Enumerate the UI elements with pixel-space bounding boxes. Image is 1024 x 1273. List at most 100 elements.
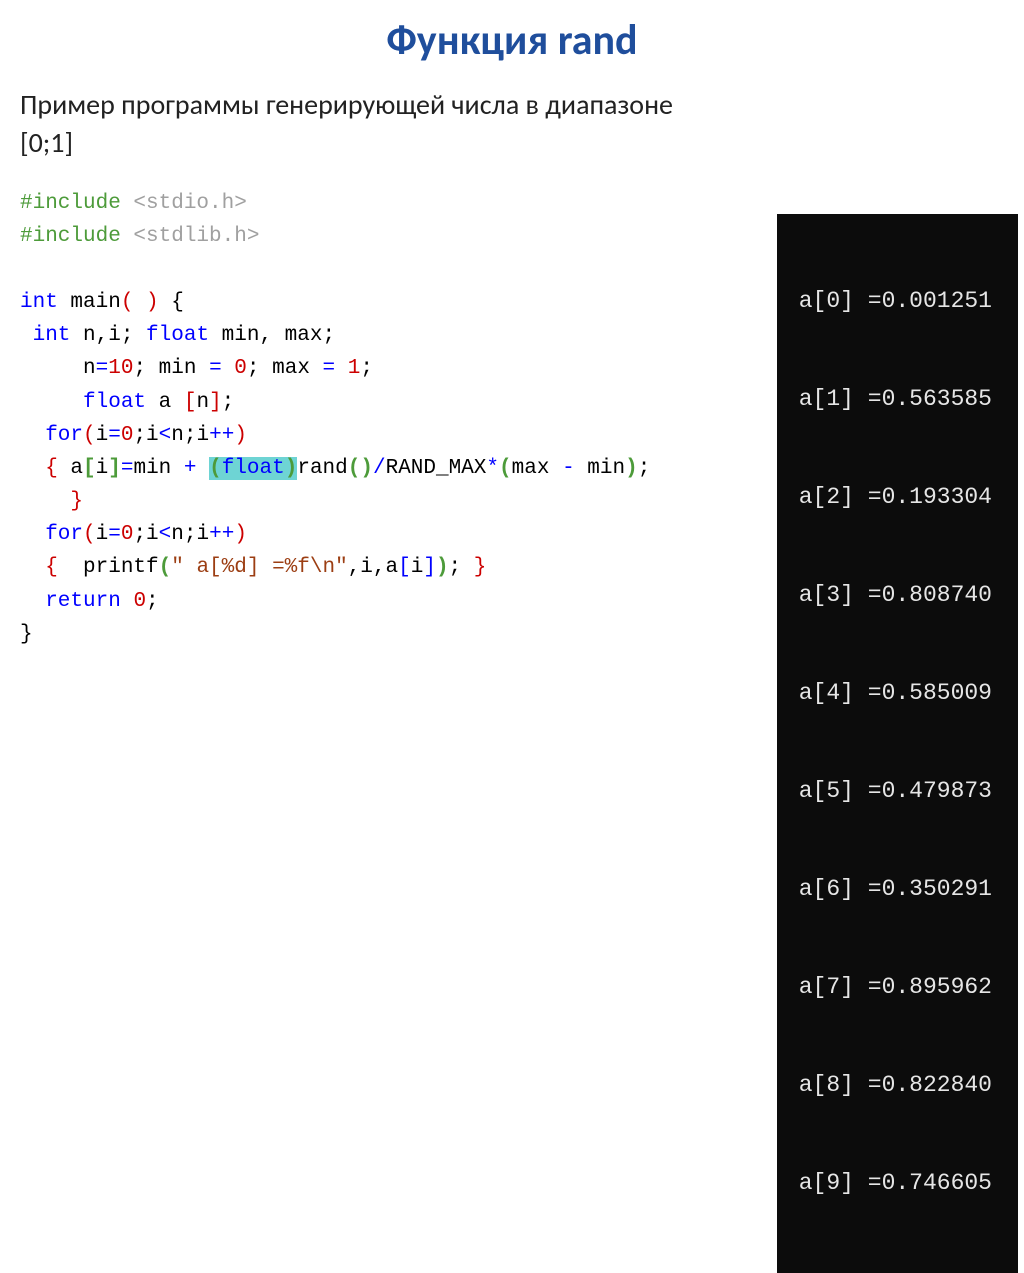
var: i [96, 523, 109, 546]
var: i [411, 556, 424, 579]
keyword-return: return [20, 590, 121, 613]
paren: ( [499, 457, 512, 480]
text: n;i [171, 424, 209, 447]
output-line: a[1] =0.563585 [785, 383, 992, 416]
keyword-float: float [222, 457, 285, 480]
text: ; min [133, 357, 209, 380]
vars: min, max; [209, 324, 335, 347]
slide-container: Функция rand Пример программы генерирующ… [0, 0, 1024, 767]
op: ++ [209, 523, 234, 546]
output-line: a[7] =0.895962 [785, 971, 992, 1004]
output-line: a[5] =0.479873 [785, 775, 992, 808]
op: ++ [209, 424, 234, 447]
text: ;i [133, 424, 158, 447]
op: < [159, 424, 172, 447]
keyword-float: float [146, 324, 209, 347]
num: 10 [108, 357, 133, 380]
paren: ( [159, 556, 172, 579]
paren: ) [625, 457, 638, 480]
paren: ) [360, 457, 373, 480]
keyword-for: for [20, 523, 83, 546]
slide-title: Функция rand [20, 15, 1004, 66]
output-line: a[0] =0.001251 [785, 285, 992, 318]
op: = [121, 457, 134, 480]
slide-subtitle: Пример программы генерирующей числа в ди… [20, 86, 1004, 162]
text: ; [360, 357, 373, 380]
paren: ( [83, 523, 96, 546]
op: * [486, 457, 499, 480]
brace: } [20, 623, 33, 646]
num: 1 [348, 357, 361, 380]
paren: ) [234, 424, 247, 447]
keyword-float: float [20, 391, 146, 414]
brace: { [20, 457, 58, 480]
keyword-int: int [20, 324, 70, 347]
num: 0 [121, 523, 134, 546]
num: 0 [234, 357, 247, 380]
paren: ( [83, 424, 96, 447]
bracket: [ [184, 391, 197, 414]
num: 0 [133, 590, 146, 613]
var: min [133, 457, 183, 480]
op: = [108, 523, 121, 546]
var: a [146, 391, 184, 414]
var: n [20, 357, 96, 380]
text: ; [638, 457, 651, 480]
output-line: a[9] =0.746605 [785, 1167, 992, 1200]
output-line: a[4] =0.585009 [785, 677, 992, 710]
include-path: <stdio.h> [133, 192, 246, 215]
bracket: [ [83, 457, 96, 480]
op: = [96, 357, 109, 380]
op: + [184, 457, 209, 480]
text: a [58, 457, 83, 480]
paren: ( ) [121, 291, 159, 314]
func-main: main [58, 291, 121, 314]
include-directive: #include [20, 225, 133, 248]
text: ;i [133, 523, 158, 546]
op: - [562, 457, 587, 480]
bracket: ] [423, 556, 436, 579]
var: max [512, 457, 562, 480]
paren: ( [348, 457, 361, 480]
output-line: a[6] =0.350291 [785, 873, 992, 906]
bracket: ] [108, 457, 121, 480]
op: = [209, 357, 234, 380]
func: rand [297, 457, 347, 480]
text: n;i [171, 523, 209, 546]
brace: { [159, 291, 184, 314]
brace: { [20, 556, 58, 579]
subtitle-line1: Пример программы генерирующей числа в ди… [20, 87, 673, 122]
subtitle-line2: [0;1] [20, 125, 73, 160]
paren: ) [234, 523, 247, 546]
op: = [108, 424, 121, 447]
var: n [196, 391, 209, 414]
output-line: a[2] =0.193304 [785, 481, 992, 514]
op: / [373, 457, 386, 480]
op: < [159, 523, 172, 546]
bracket: [ [398, 556, 411, 579]
text: ; [449, 556, 474, 579]
keyword-int: int [20, 291, 58, 314]
num: 0 [121, 424, 134, 447]
bracket: ] [209, 391, 222, 414]
paren: ( [209, 457, 222, 480]
text: ; [146, 590, 159, 613]
console-output: a[0] =0.001251 a[1] =0.563585 a[2] =0.19… [777, 214, 1018, 1273]
text: ; max [247, 357, 323, 380]
string: " a[%d] =%f\n" [171, 556, 347, 579]
output-line: a[8] =0.822840 [785, 1069, 992, 1102]
include-directive: #include [20, 192, 133, 215]
paren: ) [436, 556, 449, 579]
var: i [96, 424, 109, 447]
func: printf [58, 556, 159, 579]
const: RAND_MAX [386, 457, 487, 480]
var: min [587, 457, 625, 480]
paren: ) [285, 457, 298, 480]
text: ,i,a [348, 556, 398, 579]
var: i [96, 457, 109, 480]
brace: } [474, 556, 487, 579]
include-path: <stdlib.h> [133, 225, 259, 248]
vars: n,i; [70, 324, 146, 347]
keyword-for: for [20, 424, 83, 447]
text [121, 590, 134, 613]
